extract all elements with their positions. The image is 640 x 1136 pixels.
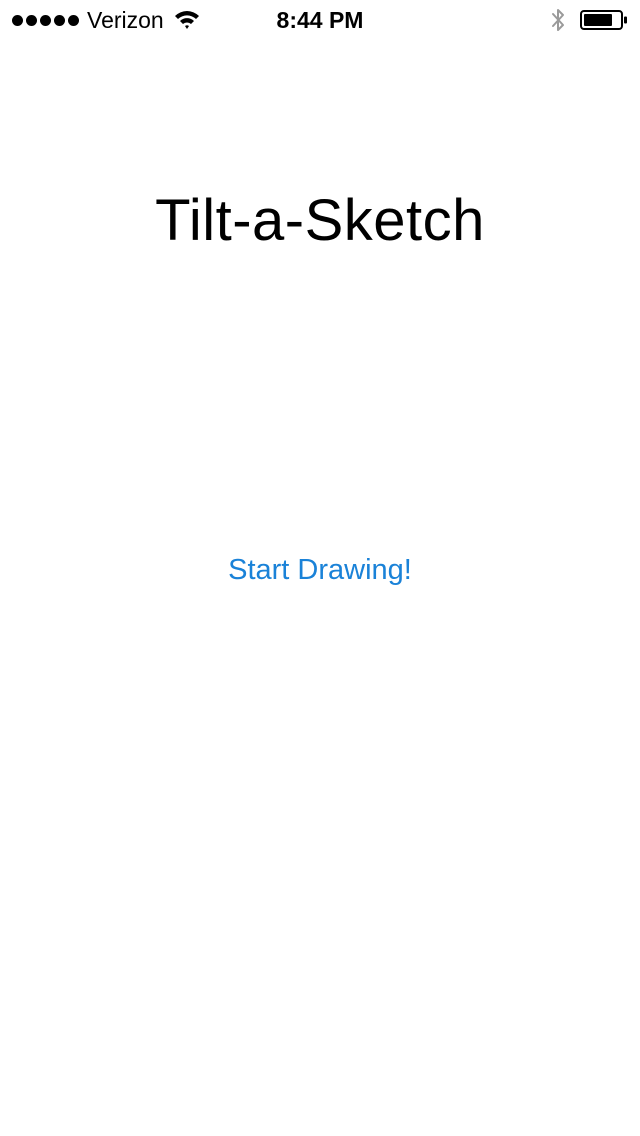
app-title: Tilt-a-Sketch bbox=[155, 188, 485, 253]
start-drawing-button[interactable]: Start Drawing! bbox=[170, 548, 470, 592]
status-bar: Verizon 8:44 PM bbox=[0, 0, 640, 40]
status-time: 8:44 PM bbox=[276, 7, 364, 33]
bluetooth-icon bbox=[552, 9, 564, 31]
status-bar-right bbox=[550, 6, 628, 34]
battery-icon bbox=[580, 10, 627, 30]
